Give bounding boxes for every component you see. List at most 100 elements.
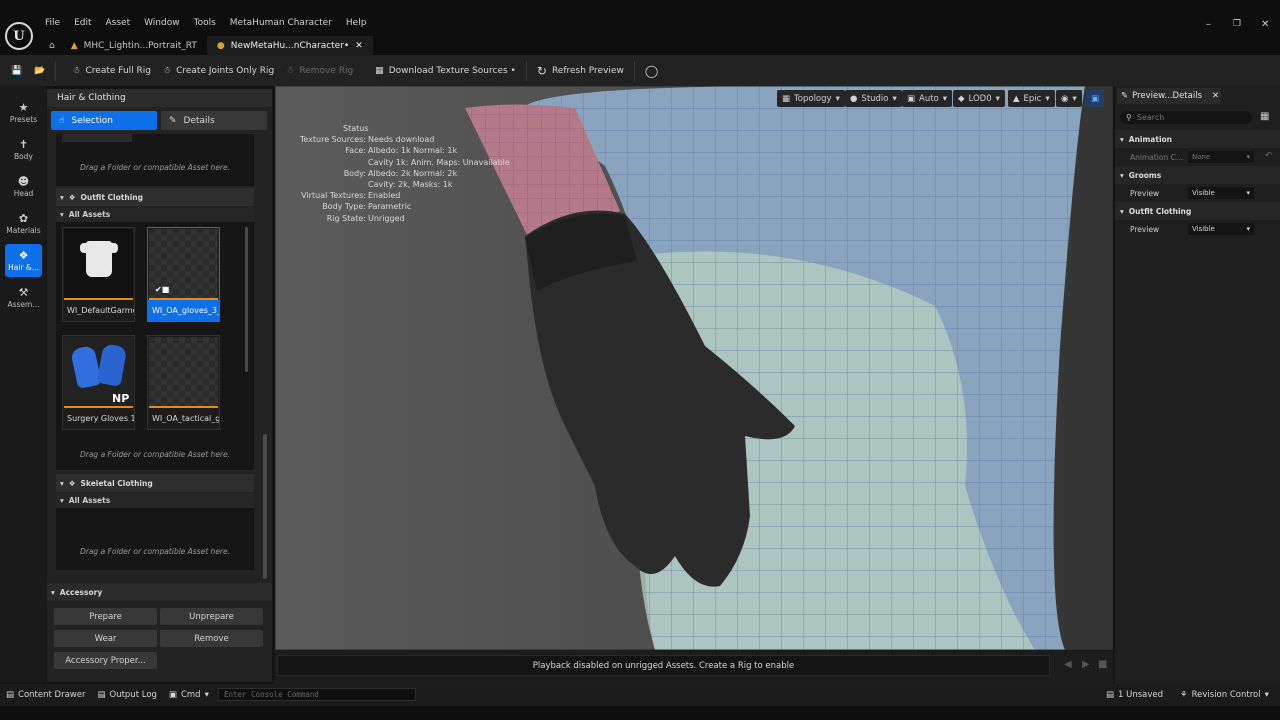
outfit-clothing-header[interactable]: ▾ ❖ Outfit Clothing <box>56 188 254 206</box>
asset-tile-gloves[interactable]: ✔■ WI_OA_gloves_3_... <box>147 227 220 322</box>
topology-dropdown[interactable]: ▦ Topology ▾ <box>777 90 845 107</box>
asset-tile-surgery-gloves[interactable]: NP Surgery Gloves 1... <box>62 335 135 430</box>
screen-icon[interactable]: ▣ <box>1086 90 1105 107</box>
asset-type-bar <box>64 298 133 300</box>
studio-dropdown[interactable]: ● Studio ▾ <box>845 90 902 107</box>
hair-drop-area[interactable]: Drag a Folder or compatible Asset here. <box>56 134 254 186</box>
cmd-dropdown[interactable]: ▣ Cmd ▾ <box>163 684 215 706</box>
chevron-down-icon: ▾ <box>892 93 897 104</box>
grid-settings-icon[interactable]: ▦ <box>1260 111 1269 122</box>
tab-selection[interactable]: ☝ Selection <box>51 111 157 130</box>
outfit-preview-dropdown[interactable]: Visible ▾ <box>1188 223 1254 235</box>
search-input[interactable]: ⚲ Search <box>1120 111 1252 124</box>
tab-lighting[interactable]: ▲ MHC_Lightin...Portrait_RT <box>61 36 207 55</box>
all-assets-header[interactable]: ▾ All Assets <box>56 493 254 508</box>
button-label: Refresh Preview <box>551 65 624 76</box>
view-options-dropdown[interactable]: ◉ ▾ <box>1056 90 1082 107</box>
revision-control-button[interactable]: ⚘ Revision Control ▾ <box>1174 684 1275 706</box>
skeletal-clothing-header[interactable]: ▾ ❖ Skeletal Clothing <box>56 474 254 492</box>
tab-metahuman-character[interactable]: ● NewMetaHu...nCharacter• ✕ <box>206 36 373 55</box>
chevron-down-icon: ▾ <box>1072 93 1077 104</box>
tab-label: Details <box>183 115 215 126</box>
rail-body[interactable]: ✝ Body <box>5 133 42 166</box>
chevron-down-icon: ▾ <box>1246 153 1250 161</box>
maximize-icon[interactable]: ❐ <box>1233 19 1241 29</box>
prepare-button[interactable]: Prepare <box>54 608 157 625</box>
play-back-icon[interactable]: ◀ <box>1064 659 1072 670</box>
status-row: Face: Albedo: 1k Normal: 1k <box>290 145 510 156</box>
animation-dropdown[interactable]: None ▾ <box>1188 151 1254 163</box>
asset-tile-tactical-gloves[interactable]: WI_OA_tactical_g... <box>147 335 220 430</box>
lod-dropdown[interactable]: ◆ LOD0 ▾ <box>953 90 1005 107</box>
search-icon: ⚲ <box>1126 113 1132 122</box>
stop-icon[interactable]: ■ <box>1098 659 1107 670</box>
close-tab-icon[interactable]: ✕ <box>1212 91 1219 101</box>
unprepare-button[interactable]: Unprepare <box>160 608 263 625</box>
tab-label: Preview...Details <box>1132 91 1203 101</box>
console-input[interactable]: Enter Console Command <box>218 688 416 701</box>
unsaved-button[interactable]: ▤ 1 Unsaved <box>1100 684 1169 706</box>
panel-scrollbar[interactable] <box>263 434 267 579</box>
rail-assembly[interactable]: ⚒ Assem... <box>5 281 42 314</box>
quality-icon: ▲ <box>1013 93 1020 104</box>
rail-presets[interactable]: ★ Presets <box>5 96 42 129</box>
menu-help[interactable]: Help <box>346 18 367 32</box>
asset-tile-default-garment[interactable]: WI_DefaultGarment <box>62 227 135 322</box>
reset-icon[interactable]: ↶ <box>1265 151 1273 161</box>
all-assets-header[interactable]: ▾ All Assets <box>56 207 254 222</box>
user-icon[interactable]: ◯ <box>639 55 664 86</box>
output-log-button[interactable]: ▤ Output Log <box>91 684 162 706</box>
menu-edit[interactable]: Edit <box>74 18 91 32</box>
minimize-icon[interactable]: – <box>1206 19 1211 30</box>
grooms-section[interactable]: ▾ Grooms <box>1115 166 1280 184</box>
outfit-clothing-section[interactable]: ▾ Outfit Clothing <box>1115 202 1280 220</box>
tab-label: NewMetaHu...nCharacter• <box>230 40 350 51</box>
remove-rig-button[interactable]: ☃ Remove Rig <box>280 55 359 86</box>
status-row: Cavity: 2k, Masks: 1k <box>290 179 510 190</box>
grooms-preview-dropdown[interactable]: Visible ▾ <box>1188 187 1254 199</box>
close-window-icon[interactable]: ✕ <box>1261 19 1269 30</box>
menu-window[interactable]: Window <box>144 18 180 32</box>
status-value: Cavity: 2k, Masks: 1k <box>368 180 453 190</box>
play-icon[interactable]: ▶ <box>1082 659 1090 670</box>
save-icon[interactable]: 💾 <box>0 55 28 86</box>
collapse-arrow-icon: ▾ <box>60 478 64 488</box>
asset-scrollbar[interactable] <box>245 227 248 372</box>
home-icon[interactable]: ⌂ <box>45 36 61 55</box>
tab-details[interactable]: ✎ Details <box>161 111 267 130</box>
menu-metahuman-character[interactable]: MetaHuman Character <box>230 18 332 32</box>
remove-button[interactable]: Remove <box>160 630 263 647</box>
wear-button[interactable]: Wear <box>54 630 157 647</box>
close-tab-icon[interactable]: ✕ <box>355 41 363 51</box>
content-drawer-button[interactable]: ▤ Content Drawer <box>0 684 91 706</box>
unreal-logo-icon[interactable]: U <box>5 22 33 50</box>
menu-asset[interactable]: Asset <box>106 18 131 32</box>
property-label: Preview <box>1130 224 1160 234</box>
menu-tools[interactable]: Tools <box>194 18 216 32</box>
rail-hair-clothing[interactable]: ❖ Hair &... <box>5 244 42 277</box>
auto-dropdown[interactable]: ▣ Auto ▾ <box>902 90 953 107</box>
branch-icon: ⚘ <box>1180 690 1188 700</box>
property-label: Animation C... <box>1130 152 1184 162</box>
chevron-down-icon: ▾ <box>995 93 1000 104</box>
animation-section[interactable]: ▾ Animation <box>1115 130 1280 148</box>
create-joints-only-rig-button[interactable]: ☃ Create Joints Only Rig <box>157 55 280 86</box>
collapse-arrow-icon: ▾ <box>51 587 55 597</box>
browse-icon[interactable]: 📂 <box>28 55 51 86</box>
rig-icon: ☃ <box>72 65 81 76</box>
asset-type-bar <box>149 406 218 408</box>
status-key: Body Type: <box>322 202 366 212</box>
rail-head[interactable]: ☻ Head <box>5 170 42 203</box>
pencil-icon: ✎ <box>169 115 177 126</box>
refresh-preview-button[interactable]: ↻ Refresh Preview <box>531 55 630 86</box>
create-full-rig-button[interactable]: ☃ Create Full Rig <box>66 55 157 86</box>
tab-preview-details[interactable]: ✎ Preview...Details ✕ <box>1117 88 1221 104</box>
accessory-header[interactable]: ▾ Accessory <box>47 583 272 601</box>
button-label: Output Log <box>109 690 157 700</box>
rail-materials[interactable]: ✿ Materials <box>5 207 42 240</box>
accessory-properties-button[interactable]: Accessory Proper... <box>54 652 157 669</box>
download-texture-sources-button[interactable]: ▦ Download Texture Sources • <box>369 55 522 86</box>
menu-file[interactable]: File <box>45 18 60 32</box>
quality-dropdown[interactable]: ▲ Epic ▾ <box>1008 90 1055 107</box>
status-value: Albedo: 2k Normal: 2k <box>368 168 458 178</box>
